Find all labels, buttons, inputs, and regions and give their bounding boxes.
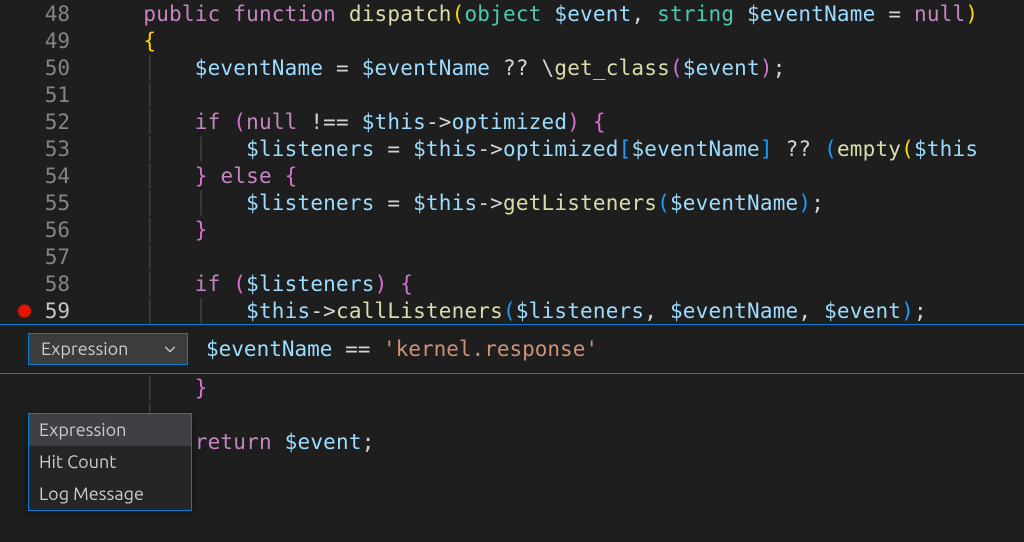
keyword: else: [220, 164, 271, 188]
code-line[interactable]: 50 │ $eventName = $eventName ?? \get_cla…: [0, 54, 1024, 81]
variable: $event: [554, 2, 631, 26]
variable: $this: [246, 299, 310, 323]
breakpoint-icon[interactable]: [18, 304, 31, 317]
line-number: 58: [0, 272, 92, 296]
breakpoint-expression-input[interactable]: $eventName == 'kernel.response': [206, 337, 1024, 361]
code-content[interactable]: │ if (null !== $this->optimized) {: [92, 110, 1024, 134]
code-content[interactable]: public function dispatch(object $event, …: [92, 2, 1024, 26]
variable: $listeners: [246, 191, 374, 215]
variable: $eventName: [670, 191, 798, 215]
code-line[interactable]: 49 {: [0, 27, 1024, 54]
keyword: function: [233, 2, 336, 26]
breakpoint-type-select[interactable]: Expression: [28, 333, 188, 365]
line-number: 49: [0, 29, 92, 53]
code-line[interactable]: 56 │ }: [0, 216, 1024, 243]
property: optimized: [452, 110, 568, 134]
chevron-down-icon: [163, 342, 177, 356]
variable: $eventName: [631, 137, 759, 161]
variable: $listeners: [516, 299, 644, 323]
function-name: dispatch: [349, 2, 452, 26]
function-name: get_class: [554, 56, 670, 80]
code-content[interactable]: │ │ $listeners = $this->getListeners($ev…: [92, 191, 1024, 215]
line-number: 48: [0, 2, 92, 26]
code-content[interactable]: │ if ($listeners) {: [92, 272, 1024, 296]
code-line[interactable]: 58 │ if ($listeners) {: [0, 270, 1024, 297]
line-number-text: 59: [45, 299, 70, 323]
variable: $event: [285, 430, 362, 454]
code-content[interactable]: │: [92, 403, 1024, 427]
dropdown-option-log-message[interactable]: Log Message: [29, 478, 191, 510]
code-line[interactable]: 52 │ if (null !== $this->optimized) {: [0, 108, 1024, 135]
brace: }: [195, 376, 208, 400]
keyword: if: [195, 110, 221, 134]
keyword: null: [246, 110, 297, 134]
variable: $this: [413, 137, 477, 161]
breakpoint-type-dropdown: Expression Hit Count Log Message: [28, 413, 192, 511]
code-content[interactable]: │ } else {: [92, 164, 1024, 188]
code-content[interactable]: │ │ $this->callListeners($listeners, $ev…: [92, 299, 1024, 323]
variable: $event: [824, 299, 901, 323]
keyword: null: [914, 2, 965, 26]
type: object: [464, 2, 541, 26]
keyword: return: [195, 430, 272, 454]
code-content[interactable]: │ $eventName = $eventName ?? \get_class(…: [92, 56, 1024, 80]
line-number: 51: [0, 83, 92, 107]
keyword: public: [143, 2, 220, 26]
variable: $eventName: [747, 2, 875, 26]
code-line[interactable]: 51 │: [0, 81, 1024, 108]
variable: $this: [362, 110, 426, 134]
code-content[interactable]: │ }: [92, 218, 1024, 242]
line-number: 55: [0, 191, 92, 215]
code-content[interactable]: }: [92, 457, 1024, 481]
type: string: [657, 2, 734, 26]
code-content[interactable]: │ }: [92, 376, 1024, 400]
code-line[interactable]: │ }: [0, 374, 1024, 401]
line-number: 52: [0, 110, 92, 134]
variable: $eventName: [362, 56, 490, 80]
variable: $eventName: [670, 299, 798, 323]
code-line-current[interactable]: 59 │ │ $this->callListeners($listeners, …: [0, 297, 1024, 324]
code-line[interactable]: 53 │ │ $listeners = $this->optimized[$ev…: [0, 135, 1024, 162]
dropdown-option-expression[interactable]: Expression: [29, 414, 191, 446]
line-number: 56: [0, 218, 92, 242]
dropdown-option-hit-count[interactable]: Hit Count: [29, 446, 191, 478]
property: optimized: [503, 137, 619, 161]
variable: $this: [914, 137, 978, 161]
code-content[interactable]: │ │ $listeners = $this->optimized[$event…: [92, 137, 1024, 161]
line-number: 54: [0, 164, 92, 188]
variable: $listeners: [246, 137, 374, 161]
code-line[interactable]: 48 public function dispatch(object $even…: [0, 0, 1024, 27]
function-name: getListeners: [503, 191, 657, 215]
variable: $this: [413, 191, 477, 215]
line-number: 50: [0, 56, 92, 80]
function-name: callListeners: [336, 299, 503, 323]
code-content[interactable]: │: [92, 83, 1024, 107]
variable: $listeners: [246, 272, 374, 296]
breakpoint-type-label: Expression: [41, 339, 128, 359]
code-content[interactable]: │ return $event;: [92, 430, 1024, 454]
line-number: 57: [0, 245, 92, 269]
code-editor[interactable]: 48 public function dispatch(object $even…: [0, 0, 1024, 542]
code-line[interactable]: 55 │ │ $listeners = $this->getListeners(…: [0, 189, 1024, 216]
function-name: empty: [837, 137, 901, 161]
code-content[interactable]: {: [92, 29, 1024, 53]
line-number: 53: [0, 137, 92, 161]
variable: $event: [683, 56, 760, 80]
keyword: if: [195, 272, 221, 296]
code-content[interactable]: │: [92, 245, 1024, 269]
line-number: 59: [0, 299, 92, 323]
code-line[interactable]: 57 │: [0, 243, 1024, 270]
variable: $eventName: [195, 56, 323, 80]
code-line[interactable]: 54 │ } else {: [0, 162, 1024, 189]
breakpoint-condition-widget: Expression $eventName == 'kernel.respons…: [0, 324, 1024, 374]
